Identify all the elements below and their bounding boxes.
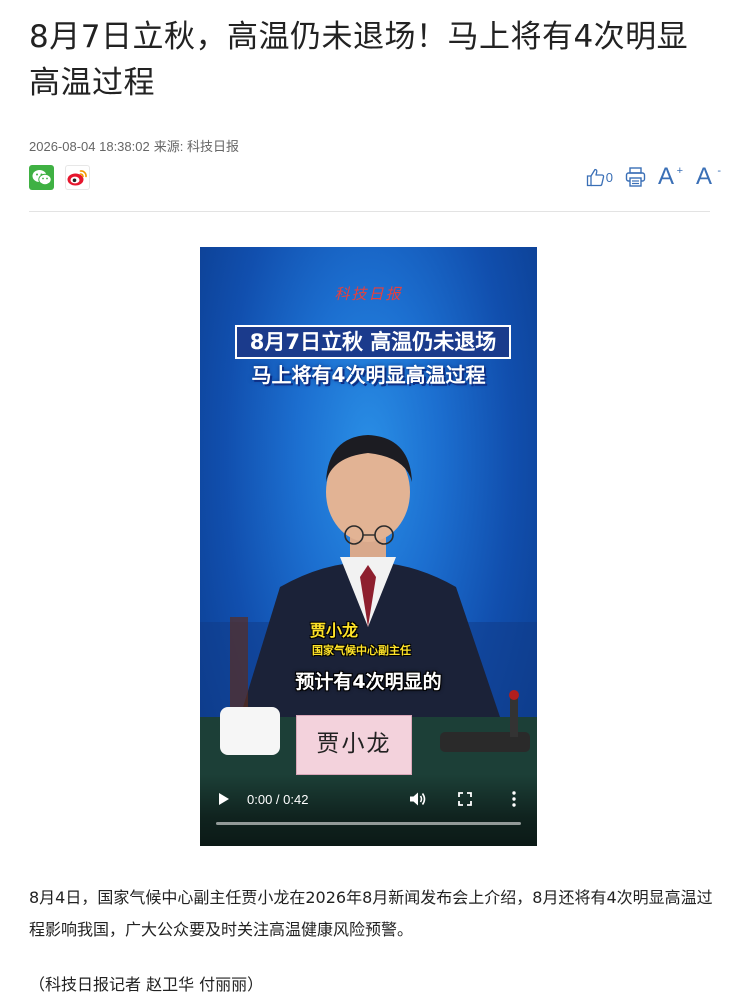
more-options-button[interactable] [502, 788, 526, 810]
publish-datetime: 2026-08-04 18:38:02 [29, 139, 150, 154]
volume-icon [410, 792, 426, 806]
source-name: 科技日报 [186, 139, 239, 154]
video-subtitle: 预计有4次明显的 [295, 671, 442, 693]
like-count: 0 [605, 169, 613, 185]
article-tools: 0 A + A- [586, 164, 722, 190]
like-button[interactable]: 0 [586, 164, 613, 190]
play-icon [219, 793, 229, 805]
video-controls: 0:00 / 0:42 [200, 774, 537, 846]
font-increase-sign: + [676, 165, 683, 177]
article-title: 8月7日立秋，高温仍未退场！马上将有4次明显高温过程 [29, 19, 689, 101]
share-wechat-button[interactable] [29, 165, 54, 190]
print-button[interactable] [625, 164, 646, 190]
play-button[interactable] [212, 788, 236, 810]
weibo-icon [67, 170, 87, 186]
article-byline: （科技日报记者 赵卫华 付丽丽） [29, 975, 264, 994]
speaker-role-caption: 国家气候中心副主任 [312, 644, 411, 657]
wechat-icon [32, 170, 52, 186]
speaker-nameplate: 贾小龙 [296, 715, 412, 775]
font-decrease-label: A [696, 163, 713, 190]
volume-button[interactable] [406, 788, 430, 810]
article-meta: 2026-08-04 18:38:02 来源: 科技日报 [29, 136, 239, 155]
video-progress-bar[interactable] [216, 822, 521, 825]
thumbs-up-icon [586, 168, 604, 186]
printer-icon [625, 167, 646, 187]
article-body: 8月4日，国家气候中心副主任贾小龙在2026年8月新闻发布会上介绍，8月还将有4… [29, 888, 713, 939]
speaker-name-caption: 贾小龙 [310, 621, 359, 640]
video-player[interactable]: 科技日报 8月7日立秋 高温仍未退场 马上将有4次明显高温过程 贾小龙 国家气候… [200, 247, 537, 846]
fullscreen-icon [458, 792, 472, 806]
font-decrease-sign: - [717, 165, 721, 177]
share-weibo-button[interactable] [65, 165, 90, 190]
font-increase-label: A [658, 163, 675, 190]
fullscreen-button[interactable] [453, 788, 477, 810]
source-label: 来源: [153, 139, 184, 154]
font-decrease-button[interactable]: A- [696, 164, 722, 190]
header-divider [29, 211, 710, 212]
more-vertical-icon [512, 791, 516, 807]
video-time: 0:00 / 0:42 [247, 791, 309, 807]
font-increase-button[interactable]: A + [658, 164, 684, 190]
share-bar [29, 165, 90, 190]
